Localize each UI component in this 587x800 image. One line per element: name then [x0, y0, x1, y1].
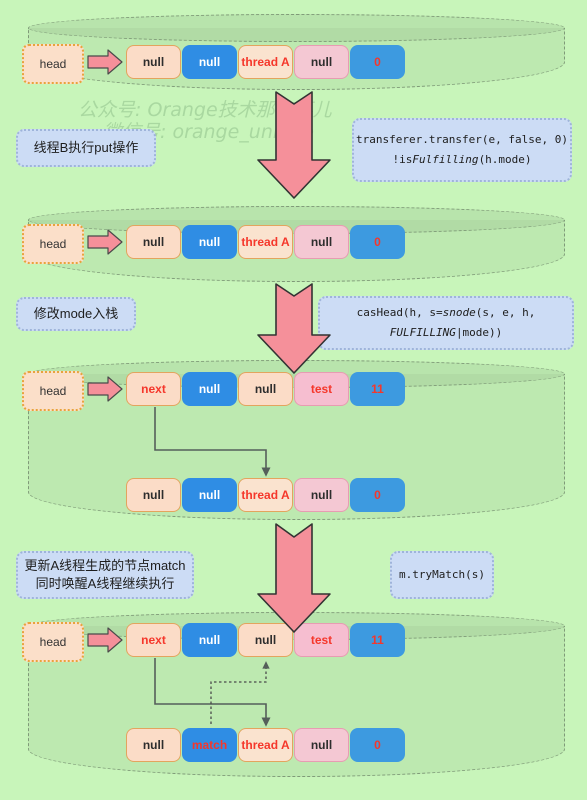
- node-row-4-2: null match thread A null 0: [126, 728, 406, 762]
- node-cell-match: null: [182, 623, 237, 657]
- node-cell-next: next: [126, 623, 181, 657]
- node-cell-next: null: [126, 478, 181, 512]
- note-text: 线程B执行put操作: [33, 140, 139, 155]
- node-cell-match: null: [182, 225, 237, 259]
- node-cell-next: next: [126, 372, 181, 406]
- node-cell-item: test: [294, 623, 349, 657]
- node-cell-mode: 0: [350, 225, 405, 259]
- node-cell-item: null: [294, 45, 349, 79]
- note-text: m.tryMatch(s): [398, 568, 486, 581]
- head-label: head: [39, 237, 67, 251]
- node-cell-mode: 0: [350, 45, 405, 79]
- node-cell-item: test: [294, 372, 349, 406]
- note-line-2: !isFulfilling(h.mode): [392, 150, 531, 170]
- watermark-line-1: 公众号: Orange技术那些事儿: [78, 99, 332, 121]
- note-put-operation: 线程B执行put操作: [16, 129, 156, 167]
- note-line-2-italic: Fulfilling: [412, 153, 479, 166]
- note-text: 修改mode入栈: [33, 306, 119, 321]
- node-row-3-1: next null null test 11: [126, 372, 406, 406]
- head-label: head: [39, 635, 67, 649]
- node-cell-match: null: [182, 478, 237, 512]
- head-box-4: head: [22, 622, 84, 662]
- step-arrow-1: [257, 91, 331, 199]
- diagram-canvas: head null null thread A null 0 公众号: Oran…: [0, 0, 587, 800]
- node-cell-item: null: [294, 478, 349, 512]
- head-box-3: head: [22, 371, 84, 411]
- head-box-2: head: [22, 224, 84, 264]
- note-modify-mode: 修改mode入栈: [16, 297, 136, 331]
- node-cell-item: null: [294, 728, 349, 762]
- note-update-match: 更新A线程生成的节点match 同时唤醒A线程继续执行: [16, 551, 194, 599]
- head-box-1: head: [22, 44, 84, 84]
- cashead-suffix: |mode)): [455, 326, 503, 339]
- node-cell-waiter: null: [238, 623, 293, 657]
- node-cell-waiter: thread A: [238, 45, 293, 79]
- node-cell-match: null: [182, 372, 237, 406]
- head-label: head: [39, 57, 67, 71]
- note-line-1: 更新A线程生成的节点match: [24, 558, 186, 573]
- node-cell-mode: 0: [350, 478, 405, 512]
- node-row-4-1: next null null test 11: [126, 623, 406, 657]
- node-cell-match: null: [182, 45, 237, 79]
- node-cell-waiter: null: [238, 372, 293, 406]
- note-transferer-transfer: transferer.transfer(e, false, 0) !isFulf…: [352, 118, 572, 182]
- node-cell-match: match: [182, 728, 237, 762]
- note-line-1: casHead(h, s=snode(s, e, h, FULFILLING|m…: [320, 303, 572, 343]
- node-cell-next: null: [126, 225, 181, 259]
- node-row-1-1: null null thread A null 0: [126, 45, 406, 79]
- note-trymatch: m.tryMatch(s): [390, 551, 494, 599]
- node-cell-waiter: thread A: [238, 225, 293, 259]
- note-cashead: casHead(h, s=snode(s, e, h, FULFILLING|m…: [318, 296, 574, 350]
- node-cell-mode: 11: [350, 623, 405, 657]
- node-cell-mode: 0: [350, 728, 405, 762]
- node-cell-waiter: thread A: [238, 728, 293, 762]
- cashead-prefix: casHead(h, s=: [356, 306, 443, 319]
- node-cell-next: null: [126, 45, 181, 79]
- note-line-1: transferer.transfer(e, false, 0): [356, 133, 568, 146]
- node-cell-mode: 11: [350, 372, 405, 406]
- node-cell-next: null: [126, 728, 181, 762]
- note-line-2-prefix: !is: [392, 153, 413, 166]
- head-label: head: [39, 384, 67, 398]
- cashead-fulfilling: FULFILLING: [389, 326, 456, 339]
- node-row-2-1: null null thread A null 0: [126, 225, 406, 259]
- note-line-2-suffix: (h.mode): [478, 153, 532, 166]
- node-row-3-2: null null thread A null 0: [126, 478, 406, 512]
- node-cell-waiter: thread A: [238, 478, 293, 512]
- cashead-mid: (s, e, h,: [475, 306, 536, 319]
- cylinder-top-ellipse: [28, 14, 565, 42]
- note-line-2: 同时唤醒A线程继续执行: [35, 576, 175, 591]
- cashead-snode: snode: [442, 306, 476, 319]
- node-cell-item: null: [294, 225, 349, 259]
